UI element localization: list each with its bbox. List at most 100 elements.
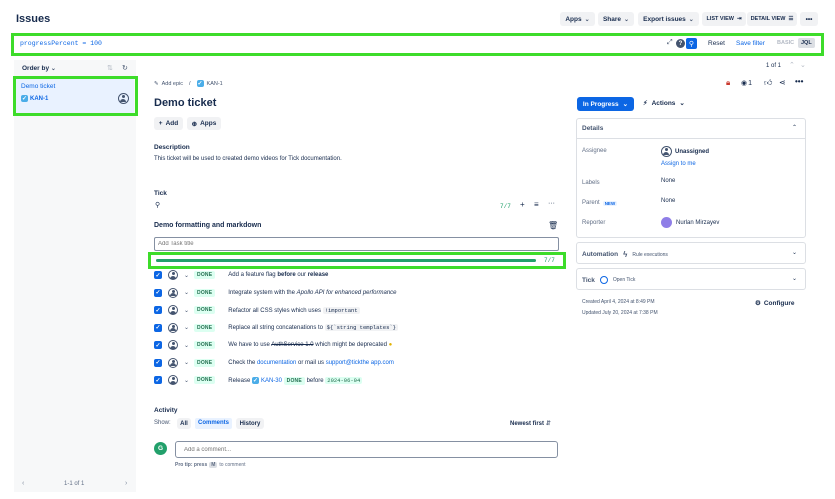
thumbs-up-icon[interactable]: 👍︎ [764,78,772,88]
chevron-down-icon[interactable]: ⌄ [184,289,189,296]
watch-button[interactable]: ◉ 1 [741,79,752,88]
tick-add-icon[interactable]: + [520,200,525,209]
more-button[interactable]: ••• [800,12,818,26]
breadcrumb-key[interactable]: KAN-1 [207,81,223,87]
tick-more-icon[interactable]: ··· [548,200,555,207]
share-button[interactable]: Share ⌄ [598,12,634,26]
task-row[interactable]: ✓ ⌄ DONE We have to use AuthService 1.0 whi… [154,339,554,351]
status-lozenge[interactable]: DONE [194,376,216,384]
status-lozenge[interactable]: DONE [194,306,216,314]
task-text[interactable]: Refactor all CSS styles which uses !impo… [228,306,360,314]
status-lozenge[interactable]: DONE [194,271,216,279]
activity-tab-history[interactable]: History [236,418,264,429]
sidebar-next-icon[interactable]: › [125,480,127,487]
task-row[interactable]: ✓ ⌄ DONE Check the documentation or mail us… [154,357,554,369]
apps-button[interactable]: Apps ⌄ [560,12,595,26]
avatar-icon[interactable] [168,340,178,350]
trash-icon[interactable]: 🗑︎ [548,221,558,230]
avatar-icon[interactable] [168,375,178,385]
help-icon[interactable]: ? [676,39,685,48]
issue-link[interactable]: KAN-30 [261,378,282,384]
jql-toggle[interactable]: JQL [798,38,815,48]
documentation-link[interactable]: documentation [257,360,296,366]
share-icon[interactable]: ⋖ [779,78,786,87]
detail-view-button[interactable]: DETAIL VIEW ☰ [747,12,797,26]
avatar-icon[interactable] [168,287,178,298]
tick-filter-icon[interactable]: ≡ [534,200,539,209]
list-view-button[interactable]: LIST VIEW ⇥ [702,12,746,26]
task-text[interactable]: Integrate system with the Apollo API for… [228,290,396,296]
open-tick-link[interactable]: Open Tick [613,277,636,283]
search-button[interactable]: ⚲ [686,38,697,49]
status-lozenge[interactable]: DONE [194,358,216,367]
email-link[interactable]: support@tickthe app.com [326,360,394,366]
activity-tab-comments[interactable]: Comments [195,418,233,429]
basic-toggle[interactable]: BASIC [777,40,794,46]
rule-executions[interactable]: Rule executions [632,252,668,258]
chevron-down-icon[interactable]: ⌄ [792,275,797,282]
actions-button[interactable]: ⚡︎ Actions ⌄ [643,99,685,108]
next-issue-icon[interactable]: ⌄ [800,61,806,69]
tick-list-title[interactable]: Demo formatting and markdown [154,222,261,229]
reporter-value[interactable]: Nurlan Mirzayev [661,217,719,228]
sidebar-item-key[interactable]: ✓ KAN-1 [21,95,48,102]
task-checkbox[interactable]: ✓ [154,341,162,349]
sort-order-button[interactable]: Newest first ⇵ [510,420,551,427]
expand-icon[interactable]: ⤢ [667,39,673,47]
avatar-icon[interactable] [168,305,178,315]
task-text[interactable]: Replace all string concatenations to ${`… [228,324,398,331]
task-row[interactable]: ✓ ⌄ DONE Add a feature flag before our rele… [154,269,554,281]
comment-input[interactable] [175,441,558,458]
issue-title[interactable]: Demo ticket [154,97,216,109]
add-task-input[interactable] [154,237,559,251]
chevron-down-icon[interactable]: ⌄ [184,307,189,314]
description-text[interactable]: This ticket will be used to created demo… [154,156,342,162]
sidebar-prev-icon[interactable]: ‹ [22,480,24,487]
chevron-down-icon[interactable]: ⌄ [184,342,189,349]
task-checkbox[interactable]: ✓ [154,288,162,297]
chevron-down-icon[interactable]: ⌄ [184,324,189,331]
avatar-icon[interactable] [168,270,178,280]
prev-issue-icon[interactable]: ⌃ [789,61,795,69]
reset-button[interactable]: Reset [708,40,725,47]
task-row[interactable]: ✓ ⌄ DONE Release ✓ KAN-30 DONE before 2024-0… [154,374,554,386]
task-checkbox[interactable]: ✓ [154,358,162,367]
task-row[interactable]: ✓ ⌄ DONE Refactor all CSS styles which uses… [154,304,554,316]
task-checkbox[interactable]: ✓ [154,271,162,279]
status-lozenge[interactable]: DONE [194,288,216,297]
add-button[interactable]: + Add [154,117,183,130]
order-by-button[interactable]: Order by ⌄ [22,65,56,72]
task-text[interactable]: We have to use AuthService 1.0 which mig… [228,342,392,348]
labels-value[interactable]: None [661,178,675,184]
chevron-up-icon[interactable]: ⌃ [792,124,797,131]
more-actions-icon[interactable]: ••• [795,77,803,86]
task-checkbox[interactable]: ✓ [154,323,162,332]
add-epic-link[interactable]: Add epic [162,81,183,87]
tick-search-icon[interactable]: ⚲ [155,201,160,209]
avatar-icon[interactable] [168,357,178,368]
activity-tab-all[interactable]: All [177,418,191,429]
lock-icon[interactable]: 🔒︎ [726,78,730,88]
task-text[interactable]: Add a feature flag before our release [228,272,328,278]
details-heading[interactable]: Details [582,125,603,132]
assignee-value[interactable]: Unassigned [661,146,709,157]
save-filter-button[interactable]: Save filter [736,40,765,47]
task-text[interactable]: Release ✓ KAN-30 DONE before 2024-06-04 [228,376,363,385]
parent-value[interactable]: None [661,198,675,204]
refresh-icon[interactable]: ↻ [122,64,128,72]
chevron-down-icon[interactable]: ⌄ [184,272,189,279]
task-row[interactable]: ✓ ⌄ DONE Replace all string concatenations … [154,322,554,334]
status-dropdown[interactable]: In Progress ⌄ [577,97,634,111]
task-text[interactable]: Check the documentation or mail us suppo… [228,360,394,366]
task-row[interactable]: ✓ ⌄ DONE Integrate system with the Apollo A… [154,287,554,299]
task-checkbox[interactable]: ✓ [154,306,162,314]
chevron-down-icon[interactable]: ⌄ [792,249,797,256]
jql-search-input[interactable]: progressPercent = 100 [20,40,102,47]
sort-icon[interactable]: ⇅ [107,64,113,72]
chevron-down-icon[interactable]: ⌄ [184,359,189,366]
apps-issue-button[interactable]: ⊕ Apps [187,117,221,130]
avatar-icon[interactable] [168,322,178,333]
status-lozenge[interactable]: DONE [194,341,216,349]
task-checkbox[interactable]: ✓ [154,376,162,384]
status-lozenge[interactable]: DONE [194,323,216,332]
